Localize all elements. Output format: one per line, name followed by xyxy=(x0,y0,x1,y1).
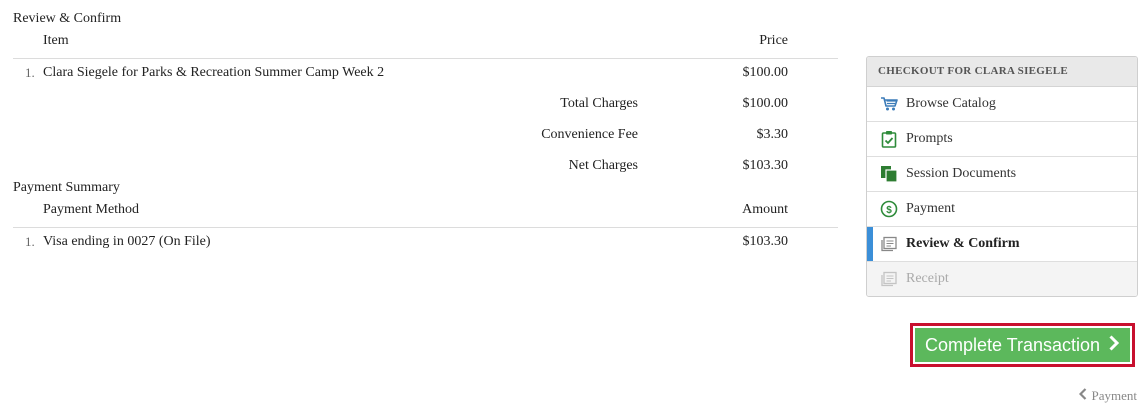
item-column-header: Item xyxy=(43,33,69,48)
receipt-icon xyxy=(880,235,898,253)
documents-icon xyxy=(880,165,898,183)
back-to-payment-link[interactable]: Payment xyxy=(1078,388,1138,404)
payment-row-amount: $103.30 xyxy=(742,234,789,249)
dollar-circle-icon: $ xyxy=(880,200,898,218)
convenience-fee-label: Convenience Fee xyxy=(541,127,638,142)
chevron-right-icon xyxy=(1108,334,1120,356)
complete-transaction-button[interactable]: Complete Transaction xyxy=(915,328,1130,362)
payment-summary-title: Payment Summary xyxy=(13,180,120,195)
item-row-name: Clara Siegele for Parks & Recreation Sum… xyxy=(43,65,385,80)
payment-row-method: Visa ending in 0027 (On File) xyxy=(43,234,211,249)
sidebar-item-label: Prompts xyxy=(906,131,953,146)
sidebar-item-label: Review & Confirm xyxy=(906,236,1020,251)
sidebar-item-label: Payment xyxy=(906,201,955,216)
net-charges-value: $103.30 xyxy=(742,158,789,173)
clipboard-check-icon xyxy=(880,130,898,148)
sidebar-item-receipt: Receipt xyxy=(867,262,1137,296)
review-confirm-title: Review & Confirm xyxy=(13,11,122,26)
item-row-price: $100.00 xyxy=(742,65,789,80)
total-charges-label: Total Charges xyxy=(560,96,638,111)
net-charges-label: Net Charges xyxy=(568,158,638,173)
complete-transaction-highlight: Complete Transaction xyxy=(910,323,1135,367)
amount-column-header: Amount xyxy=(742,202,788,217)
review-table-divider xyxy=(13,58,838,59)
sidebar-item-label: Receipt xyxy=(906,271,949,286)
checkout-panel-header: CHECKOUT FOR CLARA SIEGELE xyxy=(867,57,1137,87)
item-row-number: 1. xyxy=(25,65,35,80)
checkout-steps-panel: CHECKOUT FOR CLARA SIEGELE Browse Catalo… xyxy=(866,56,1138,297)
receipt-icon xyxy=(880,270,898,288)
payment-row-number: 1. xyxy=(25,234,35,249)
chevron-left-icon xyxy=(1078,388,1087,404)
sidebar-item-session-documents[interactable]: Session Documents xyxy=(867,157,1137,192)
price-column-header: Price xyxy=(759,33,788,48)
sidebar-item-payment[interactable]: $ Payment xyxy=(867,192,1137,227)
sidebar-item-label: Session Documents xyxy=(906,166,1017,181)
convenience-fee-value: $3.30 xyxy=(756,127,789,142)
payment-method-column-header: Payment Method xyxy=(43,202,140,217)
sidebar-item-review-confirm[interactable]: Review & Confirm xyxy=(867,227,1137,262)
sidebar-item-browse-catalog[interactable]: Browse Catalog xyxy=(867,87,1137,122)
complete-transaction-label: Complete Transaction xyxy=(924,334,1101,355)
sidebar-item-prompts[interactable]: Prompts xyxy=(867,122,1137,157)
sidebar-item-label: Browse Catalog xyxy=(906,96,996,111)
cart-icon xyxy=(880,95,898,113)
payment-table-divider xyxy=(13,227,838,228)
checkout-review-page: Review & Confirm Item Price 1. Clara Sie… xyxy=(0,0,1143,411)
back-link-label: Payment xyxy=(1091,388,1138,403)
total-charges-value: $100.00 xyxy=(742,96,789,111)
svg-text:$: $ xyxy=(886,205,892,216)
